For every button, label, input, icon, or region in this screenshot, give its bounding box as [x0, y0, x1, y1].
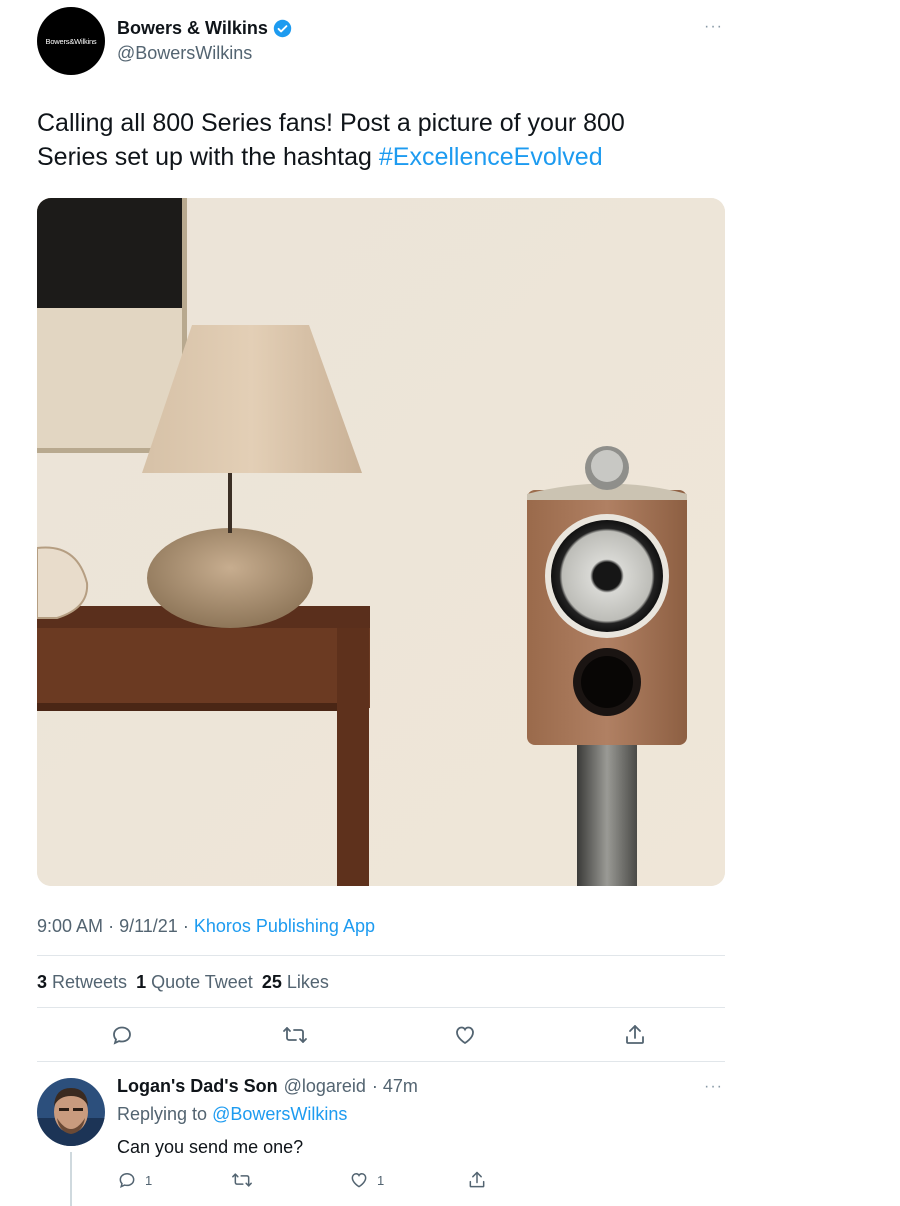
retweets-count: 3: [37, 972, 48, 992]
replying-to: Replying to @BowersWilkins: [117, 1104, 347, 1125]
retweets-label: Retweets: [52, 972, 128, 992]
reply-author-handle[interactable]: @logareid: [284, 1076, 366, 1097]
like-icon: [351, 1172, 367, 1188]
author-name[interactable]: Bowers & Wilkins: [117, 18, 268, 39]
user-photo: [37, 1078, 105, 1146]
quotes-label: Quote Tweet: [151, 972, 253, 992]
speaker-room-photo: [37, 198, 725, 886]
more-options-icon[interactable]: ···: [704, 18, 723, 36]
retweet-icon: [232, 1173, 252, 1187]
reply-reply-count: 1: [145, 1172, 153, 1188]
tweet-source-link[interactable]: Khoros Publishing App: [194, 916, 375, 936]
meta-separator-2: ·: [182, 916, 189, 936]
tweet-date[interactable]: 9/11/21: [119, 916, 178, 936]
reply-avatar[interactable]: [37, 1078, 105, 1146]
author-handle[interactable]: @BowersWilkins: [117, 43, 252, 64]
divider: [37, 955, 725, 956]
reply-action-bar: 1 1: [117, 1170, 487, 1194]
reply-icon[interactable]: [107, 1020, 137, 1050]
reply-author-name[interactable]: Logan's Dad's Son: [117, 1076, 278, 1097]
quotes-count: 1: [136, 972, 147, 992]
reply-reply-button[interactable]: 1: [117, 1170, 152, 1190]
reply-text: Can you send me one?: [117, 1137, 304, 1157]
author-name-row[interactable]: Bowers & Wilkins: [117, 18, 292, 39]
tweet-photo[interactable]: [37, 198, 725, 886]
likes-count: 25: [261, 972, 282, 992]
divider: [37, 1007, 725, 1008]
thread-line: [70, 1152, 72, 1206]
tweet-time[interactable]: 9:00 AM: [37, 916, 103, 936]
reply-like-button[interactable]: 1: [349, 1170, 384, 1190]
share-icon: [469, 1171, 485, 1188]
tweet-text: Calling all 800 Series fans! Post a pict…: [37, 106, 697, 174]
reply-like-count: 1: [377, 1172, 385, 1188]
avatar-logo: Bowers&Wilkins: [45, 36, 97, 46]
meta-separator: ·: [108, 916, 115, 936]
reply-header: Logan's Dad's Son @logareid · 47m: [117, 1076, 418, 1097]
tweet-action-bar: [37, 1020, 725, 1052]
share-icon[interactable]: [620, 1020, 650, 1050]
reply-share-button[interactable]: [467, 1170, 487, 1190]
reply-time[interactable]: · 47m: [372, 1076, 418, 1097]
engagement-stats: 3 Retweets 1 Quote Tweet 25 Likes: [37, 972, 329, 993]
hashtag-link[interactable]: #ExcellenceEvolved: [379, 143, 603, 171]
reply-more-options-icon[interactable]: ···: [704, 1078, 723, 1096]
reply-retweet-button[interactable]: [231, 1170, 253, 1190]
replying-mention-link[interactable]: @BowersWilkins: [212, 1104, 347, 1124]
likes-stat[interactable]: 25 Likes: [262, 972, 329, 993]
reply-icon: [119, 1172, 135, 1189]
divider: [37, 1061, 725, 1062]
retweet-icon[interactable]: [280, 1020, 310, 1050]
tweet-meta: 9:00 AM · 9/11/21 · Khoros Publishing Ap…: [37, 916, 375, 937]
likes-label: Likes: [286, 972, 329, 992]
verified-badge-icon: [273, 19, 292, 38]
retweets-stat[interactable]: 3 Retweets: [37, 972, 127, 993]
quote-tweets-stat[interactable]: 1 Quote Tweet: [136, 972, 253, 993]
like-icon[interactable]: [450, 1020, 480, 1050]
replying-prefix: Replying to: [117, 1104, 208, 1124]
author-avatar[interactable]: Bowers&Wilkins: [37, 7, 105, 75]
